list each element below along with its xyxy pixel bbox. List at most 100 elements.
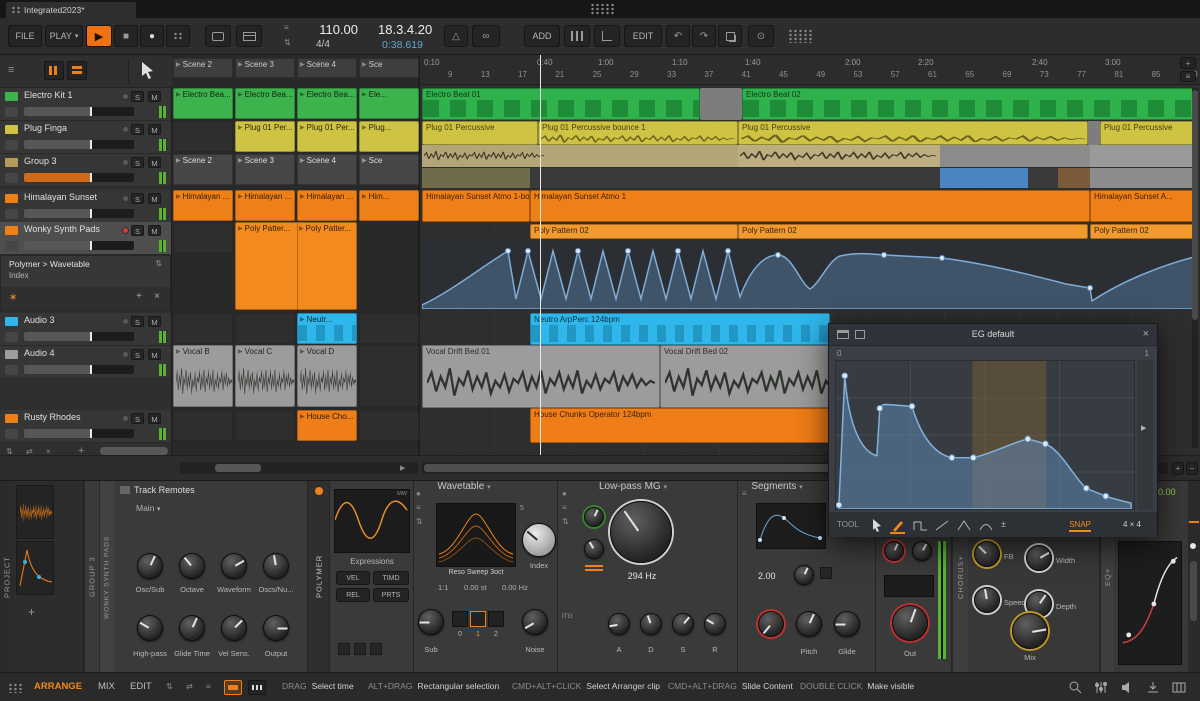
- empty-clip-slot[interactable]: [235, 313, 295, 344]
- sub-knob[interactable]: [418, 609, 444, 635]
- release-knob[interactable]: [704, 613, 726, 635]
- pointer-tool-icon[interactable]: [140, 61, 155, 80]
- clip-cell[interactable]: ▶ Electro Bea...: [173, 88, 233, 119]
- volume-fader[interactable]: [24, 429, 134, 438]
- link-icon[interactable]: ⇄: [186, 682, 193, 691]
- lane-segment[interactable]: [422, 168, 530, 188]
- eg-envelope-curve[interactable]: [835, 361, 1134, 510]
- ratio-value[interactable]: 1:1: [438, 583, 448, 592]
- midi-keyboard-icon[interactable]: [1172, 680, 1187, 695]
- volume-fader[interactable]: [24, 332, 134, 341]
- voices-count[interactable]: 5: [520, 505, 524, 512]
- arranger-view-toggle[interactable]: [67, 61, 87, 80]
- env-amount-knob[interactable]: [584, 539, 604, 559]
- disabled-clip-region[interactable]: [1088, 121, 1100, 145]
- eg-graph[interactable]: [835, 360, 1135, 510]
- volume-fader[interactable]: [24, 107, 134, 116]
- zoom-out-button[interactable]: −: [1186, 462, 1198, 475]
- swap-icon[interactable]: ⇅: [416, 517, 423, 526]
- osc-shape-button[interactable]: [354, 643, 366, 655]
- curve-tool-icon[interactable]: [979, 519, 994, 531]
- preset-icon[interactable]: ≡: [416, 503, 421, 512]
- time-signature[interactable]: 4/4: [316, 39, 330, 50]
- empty-clip-slot[interactable]: [359, 345, 419, 407]
- clip-cell[interactable]: ▶ Plug 01 Per...: [297, 121, 357, 152]
- audio-sublane[interactable]: [738, 145, 940, 167]
- settings-button[interactable]: ⊙: [748, 25, 774, 47]
- scene-play-icon[interactable]: ▶: [362, 62, 367, 68]
- tab-edit[interactable]: EDIT: [130, 681, 152, 692]
- empty-clip-slot[interactable]: [173, 410, 233, 441]
- modulator-cell[interactable]: [16, 485, 54, 539]
- record-arm[interactable]: [122, 351, 129, 358]
- hz-value[interactable]: 0.00 Hz: [502, 583, 528, 592]
- empty-clip-slot[interactable]: [173, 313, 233, 344]
- add-modulator-button[interactable]: +: [136, 291, 142, 302]
- mute-button[interactable]: M: [148, 349, 161, 360]
- track-row[interactable]: Electro Kit 1 S M: [0, 88, 171, 121]
- scene-header[interactable]: ▶ Scene 4: [297, 58, 357, 78]
- attack-knob[interactable]: [608, 613, 630, 635]
- osc-shape-button[interactable]: [338, 643, 350, 655]
- empty-clip-slot[interactable]: [359, 313, 419, 344]
- lane-segment[interactable]: [1090, 168, 1198, 188]
- remote-knob[interactable]: [263, 615, 289, 641]
- poly-pattern-clip-block[interactable]: ▶ Poly Patter... ▶ Poly Patter...: [235, 222, 357, 311]
- remote-knob[interactable]: [179, 615, 205, 641]
- arranger-clip[interactable]: Himalayan Sunset A...: [1090, 190, 1198, 222]
- track-row-selected[interactable]: Wonky Synth Pads S M: [0, 222, 171, 255]
- arranger-clip[interactable]: Poly Pattern 02: [530, 224, 738, 239]
- clip-cell[interactable]: ▶ Electro Bea...: [235, 88, 295, 119]
- clip-cell[interactable]: ▶ Ele...: [359, 88, 419, 119]
- mute-button[interactable]: M: [148, 413, 161, 424]
- audio-engine-icon[interactable]: [1120, 680, 1135, 695]
- out-volume-knob[interactable]: [892, 605, 928, 641]
- width-knob[interactable]: [1026, 545, 1052, 571]
- timeline-ruler[interactable]: 0:10 0:40 1:00 1:10 1:40 2:00 2:20 2:40 …: [420, 55, 1200, 85]
- segments-header[interactable]: Segments ▾: [738, 481, 816, 492]
- eg-side-strip[interactable]: ▶: [1137, 360, 1153, 510]
- semitone-value[interactable]: 0.00 st: [464, 583, 487, 592]
- play-marker-icon[interactable]: ▶: [1141, 424, 1146, 432]
- mixer-icon[interactable]: [1094, 680, 1109, 695]
- osc-select-1[interactable]: [470, 611, 486, 627]
- audio-sublane[interactable]: [1090, 145, 1198, 167]
- remote-knob[interactable]: [137, 553, 163, 579]
- volume-fader[interactable]: [24, 140, 134, 149]
- mute-button[interactable]: M: [148, 124, 161, 135]
- empty-clip-slot[interactable]: [359, 410, 419, 441]
- mute-button[interactable]: M: [148, 193, 161, 204]
- clip-cell[interactable]: ▶ Himalayan ...: [173, 190, 233, 221]
- swap-icon[interactable]: ⇅: [562, 517, 569, 526]
- record-arm[interactable]: [122, 195, 129, 202]
- solo-button[interactable]: S: [131, 91, 144, 102]
- arranger-clip[interactable]: Electro Beat 02: [742, 88, 1198, 120]
- oscilloscope-display[interactable]: MW: [334, 489, 410, 553]
- automation-follow-button[interactable]: [594, 25, 620, 47]
- updown-icon[interactable]: ⇅: [155, 259, 162, 268]
- tab-wonky-synth-pads[interactable]: WONKY SYNTH PADS: [99, 481, 114, 673]
- osc-select-0[interactable]: [452, 611, 468, 627]
- remove-modulator-button[interactable]: ×: [154, 291, 160, 302]
- panel-layout-icon[interactable]: [8, 683, 22, 693]
- expression-timd-button[interactable]: TIMD: [373, 571, 409, 585]
- arranger-clip[interactable]: Himalayan Sunset Atmo 1-bounce-: [422, 190, 530, 222]
- loop-button[interactable]: ∞: [472, 25, 500, 47]
- filter-header[interactable]: Low-pass MG ▾: [558, 481, 708, 492]
- record-arm[interactable]: [122, 318, 129, 325]
- disabled-clip-region[interactable]: [940, 145, 1090, 167]
- remotes-page-select[interactable]: Main ▾: [136, 503, 160, 513]
- record-arm[interactable]: [122, 93, 129, 100]
- scroll-left-icon[interactable]: ▶: [400, 464, 405, 472]
- scene-play-icon[interactable]: ▶: [176, 62, 181, 68]
- segments-rate-knob[interactable]: [794, 565, 814, 585]
- scroll-dot[interactable]: [1190, 543, 1196, 549]
- remote-knob[interactable]: [221, 615, 247, 641]
- osc-shape-button[interactable]: [370, 643, 382, 655]
- copy-button[interactable]: [718, 25, 742, 47]
- clip-cell[interactable]: ▶ Electro Bea...: [297, 88, 357, 119]
- edit-menu-button[interactable]: EDIT: [624, 25, 662, 47]
- device-power-toggle[interactable]: [315, 487, 323, 495]
- solo-button[interactable]: S: [131, 157, 144, 168]
- group-scene-cell[interactable]: ▶ Sce: [359, 154, 419, 185]
